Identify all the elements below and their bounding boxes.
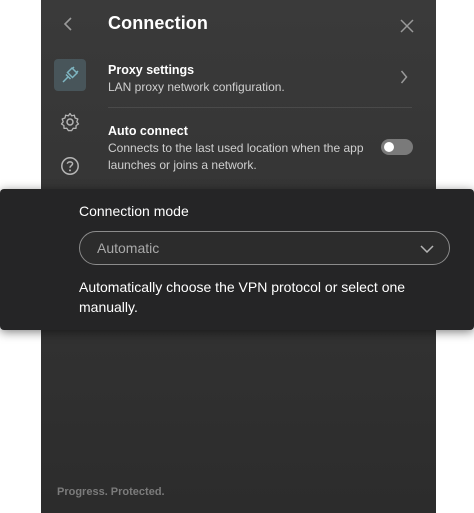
nav-help[interactable] [54, 150, 86, 182]
footer-tagline: Progress. Protected. [57, 486, 165, 498]
gear-icon [60, 112, 80, 132]
proxy-settings-chevron[interactable] [396, 67, 412, 87]
divider [108, 107, 412, 108]
proxy-settings-row[interactable]: Proxy settings LAN proxy network configu… [108, 63, 412, 96]
chevron-down-icon [420, 245, 434, 253]
connection-mode-dropdown[interactable]: Automatic [79, 231, 450, 265]
auto-connect-row: Auto connect Connects to the last used l… [108, 124, 373, 174]
back-button[interactable] [57, 12, 81, 36]
nav-settings[interactable] [54, 106, 86, 138]
header: Connection [41, 0, 436, 50]
auto-connect-toggle[interactable] [381, 139, 413, 155]
nav-connection[interactable] [54, 59, 86, 91]
chevron-left-icon [63, 17, 72, 31]
toggle-knob [384, 142, 394, 152]
proxy-settings-title: Proxy settings [108, 63, 195, 77]
close-icon [400, 19, 414, 33]
help-icon [61, 157, 79, 175]
close-button[interactable] [395, 14, 419, 38]
connection-mode-popup: Connection mode Automatic Automatically … [0, 189, 474, 330]
auto-connect-title: Auto connect [108, 124, 188, 138]
connection-mode-description: Automatically choose the VPN protocol or… [79, 279, 406, 315]
auto-connect-description: Connects to the last used location when … [108, 141, 364, 172]
connection-mode-selected: Automatic [97, 240, 160, 256]
chevron-right-icon [400, 70, 408, 84]
page-title: Connection [108, 13, 208, 33]
proxy-settings-description: LAN proxy network configuration. [108, 80, 285, 94]
connection-mode-label: Connection mode [79, 203, 189, 219]
plug-icon [62, 66, 79, 83]
dropdown-chevron [419, 241, 435, 257]
